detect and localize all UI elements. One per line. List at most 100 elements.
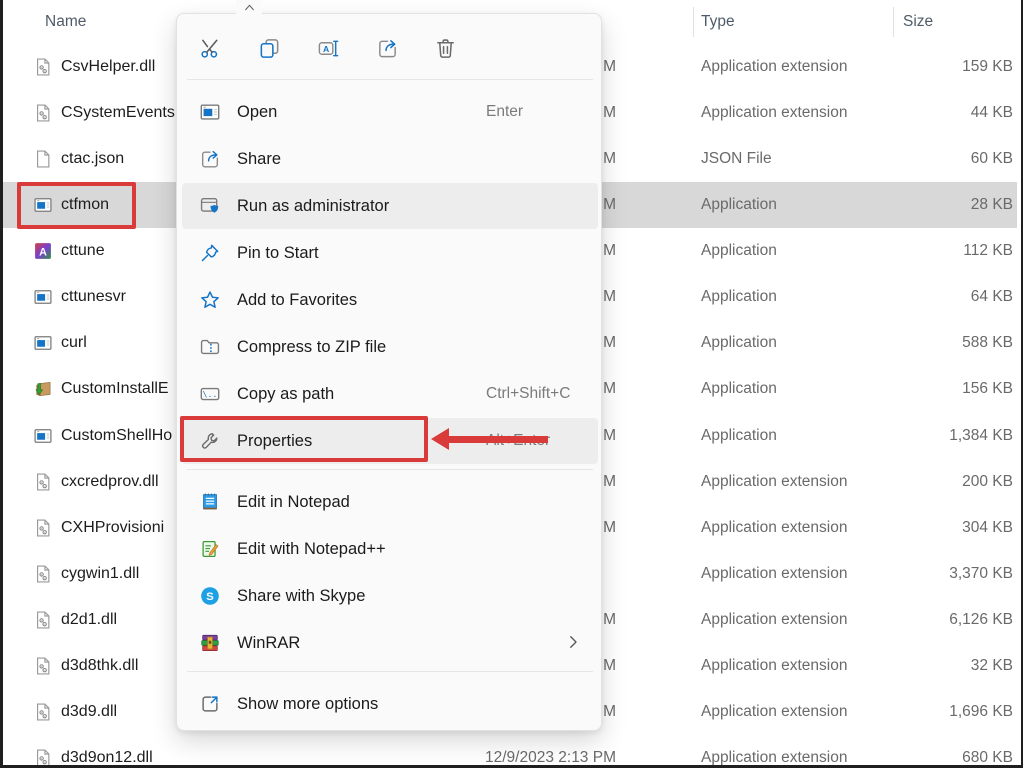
annotation-box-ctfmon: [17, 182, 136, 229]
file-size: 44 KB: [863, 90, 1013, 136]
chevron-right-icon: [564, 633, 584, 653]
svg-text:A: A: [322, 43, 328, 53]
column-divider[interactable]: [693, 7, 694, 37]
menu-item-compress-to-zip-file[interactable]: Compress to ZIP file: [182, 324, 598, 370]
menu-item-copy-as-path[interactable]: \.. Copy as path Ctrl+Shift+C: [182, 371, 598, 417]
file-type: Application: [701, 320, 777, 366]
menu-item-edit-in-notepad[interactable]: Edit in Notepad: [182, 479, 598, 525]
file-size: 60 KB: [863, 136, 1013, 182]
column-header-name[interactable]: Name: [45, 0, 86, 44]
file-type: Application extension: [701, 459, 848, 505]
app-window-icon: [33, 287, 53, 307]
file-type: Application extension: [701, 689, 848, 735]
file-type: Application extension: [701, 44, 848, 90]
menu-item-label: Open: [237, 89, 277, 135]
file-name: CXHProvisioni: [61, 505, 164, 551]
share-icon: [199, 148, 221, 170]
menu-item-share-with-skype[interactable]: S Share with Skype: [182, 573, 598, 619]
dll-file-icon: [33, 610, 53, 630]
pin-icon: [199, 242, 221, 264]
file-type: Application extension: [701, 551, 848, 597]
menu-item-label: Share with Skype: [237, 573, 365, 619]
file-name: d3d9.dll: [61, 689, 117, 735]
cut-button[interactable]: [190, 28, 230, 68]
copy-path-icon: \..: [199, 383, 221, 405]
file-type: Application: [701, 366, 777, 412]
file-type: Application extension: [701, 90, 848, 136]
menu-item-open[interactable]: Open Enter: [182, 89, 598, 135]
share-icon: [367, 37, 407, 60]
menu-item-show-more-options[interactable]: Show more options: [182, 681, 598, 727]
svg-text:A: A: [39, 246, 47, 258]
menu-divider: [187, 469, 593, 470]
context-menu: A Open Enter Share Run as administrator …: [176, 13, 602, 731]
app-window-icon: [199, 101, 221, 123]
menu-item-winrar[interactable]: WinRAR: [182, 620, 598, 666]
dll-file-icon: [33, 656, 53, 676]
file-name: d3d8thk.dll: [61, 643, 138, 689]
menu-scroll-up-caret[interactable]: [236, 0, 262, 15]
notepadpp-icon: [199, 538, 221, 560]
share-button[interactable]: [367, 28, 407, 68]
skype-icon: S: [199, 585, 221, 607]
file-name: CustomShellHo: [61, 413, 172, 459]
file-type: Application extension: [701, 735, 848, 768]
file-name: curl: [61, 320, 87, 366]
cttune-app-icon: A: [33, 241, 53, 261]
menu-item-shortcut: Ctrl+Shift+C: [486, 371, 570, 417]
dll-file-icon: [33, 103, 53, 123]
menu-item-edit-with-notepad-[interactable]: Edit with Notepad++: [182, 526, 598, 572]
menu-item-label: Run as administrator: [237, 183, 389, 229]
copy-icon: [249, 37, 289, 60]
menu-item-label: Compress to ZIP file: [237, 324, 386, 370]
annotation-box-properties: [180, 416, 428, 462]
file-name: ctac.json: [61, 136, 124, 182]
rename-icon: A: [308, 37, 348, 60]
dll-file-icon: [33, 748, 53, 768]
dll-file-icon: [33, 564, 53, 584]
column-header-type[interactable]: Type: [701, 0, 735, 44]
file-size: 680 KB: [863, 735, 1013, 768]
installer-box-icon: [33, 379, 53, 399]
column-header-size[interactable]: Size: [903, 0, 933, 44]
arrow-tail: [447, 436, 548, 443]
menu-item-add-to-favorites[interactable]: Add to Favorites: [182, 277, 598, 323]
star-icon: [199, 289, 221, 311]
file-type: Application: [701, 274, 777, 320]
cut-icon: [190, 37, 230, 60]
file-size: 304 KB: [863, 505, 1013, 551]
file-name: cygwin1.dll: [61, 551, 139, 597]
file-type: Application: [701, 413, 777, 459]
admin-shield-icon: [199, 195, 221, 217]
copy-button[interactable]: [249, 28, 289, 68]
file-type: Application: [701, 228, 777, 274]
file-type: Application extension: [701, 505, 848, 551]
menu-item-label: Copy as path: [237, 371, 334, 417]
menu-item-run-as-administrator[interactable]: Run as administrator: [182, 183, 598, 229]
show-more-icon: [199, 693, 221, 715]
file-row-d3d9on12-dll[interactable]: d3d9on12.dll 12/9/2023 2:13 PM Applicati…: [3, 735, 1017, 768]
file-name: d3d9on12.dll: [61, 735, 153, 768]
menu-item-pin-to-start[interactable]: Pin to Start: [182, 230, 598, 276]
file-name: cxcredprov.dll: [61, 459, 159, 505]
delete-button[interactable]: [425, 28, 465, 68]
dll-file-icon: [33, 57, 53, 77]
file-date-modified: 12/9/2023 2:13 PM: [458, 735, 616, 768]
menu-item-label: Edit in Notepad: [237, 479, 350, 525]
file-size: 28 KB: [863, 182, 1013, 228]
menu-item-label: Show more options: [237, 681, 378, 727]
menu-divider: [187, 79, 593, 80]
file-size: 1,384 KB: [863, 413, 1013, 459]
app-window-icon: [33, 426, 53, 446]
dll-file-icon: [33, 472, 53, 492]
rename-button[interactable]: A: [308, 28, 348, 68]
menu-item-label: Add to Favorites: [237, 277, 357, 323]
file-size: 156 KB: [863, 366, 1013, 412]
app-window-icon: [33, 333, 53, 353]
file-size: 6,126 KB: [863, 597, 1013, 643]
svg-text:S: S: [206, 591, 214, 603]
file-name: d2d1.dll: [61, 597, 117, 643]
file-type: Application extension: [701, 597, 848, 643]
menu-item-share[interactable]: Share: [182, 136, 598, 182]
column-divider[interactable]: [893, 7, 894, 37]
